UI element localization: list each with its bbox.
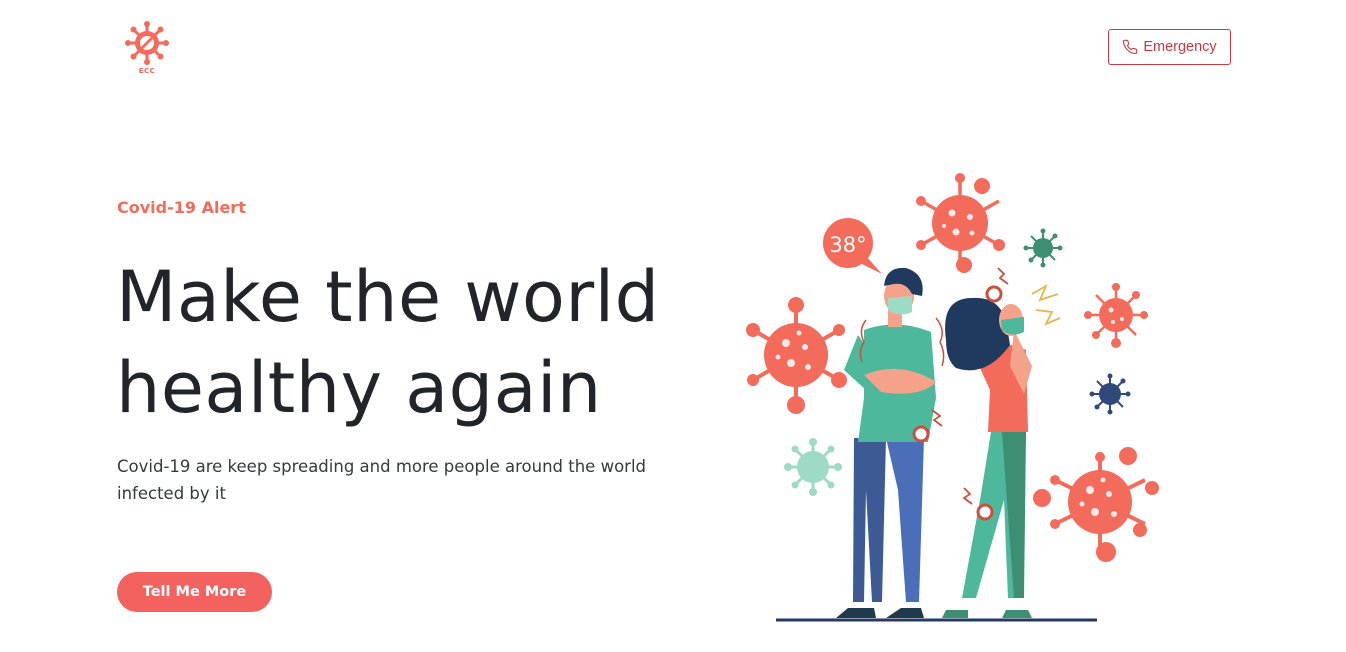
- virus-icon: [1033, 447, 1159, 562]
- shiver-lines-icon: [1031, 283, 1061, 326]
- hero-title-line-2: healthy again: [116, 347, 602, 429]
- hero-title-line-1: Make the world: [116, 256, 660, 338]
- virus-icon: [746, 297, 847, 414]
- virus-logo-icon: [125, 21, 169, 65]
- emergency-label: Emergency: [1143, 39, 1217, 55]
- temperature-bubble: 38°: [823, 218, 882, 274]
- tell-me-more-button[interactable]: Tell Me More: [117, 572, 272, 612]
- covid-illustration: 38°: [746, 173, 1159, 622]
- virus-icon: [1089, 373, 1131, 415]
- woman-figure: [942, 285, 1032, 618]
- logo-text: ECC: [138, 67, 156, 75]
- hero-title: Make the world healthy again: [116, 252, 660, 434]
- logo[interactable]: ECC: [124, 20, 170, 78]
- hero-description: Covid-19 are keep spreading and more peo…: [117, 457, 646, 503]
- virus-icon: [784, 438, 842, 496]
- virus-icon: [1084, 283, 1148, 348]
- temperature-text: 38°: [829, 233, 866, 257]
- virus-icon: [916, 173, 1005, 273]
- alert-label: Covid-19 Alert: [117, 198, 246, 217]
- man-figure: [836, 267, 936, 618]
- emergency-button[interactable]: Emergency: [1108, 29, 1231, 65]
- virus-icon: [1023, 228, 1063, 268]
- phone-icon: [1123, 39, 1138, 55]
